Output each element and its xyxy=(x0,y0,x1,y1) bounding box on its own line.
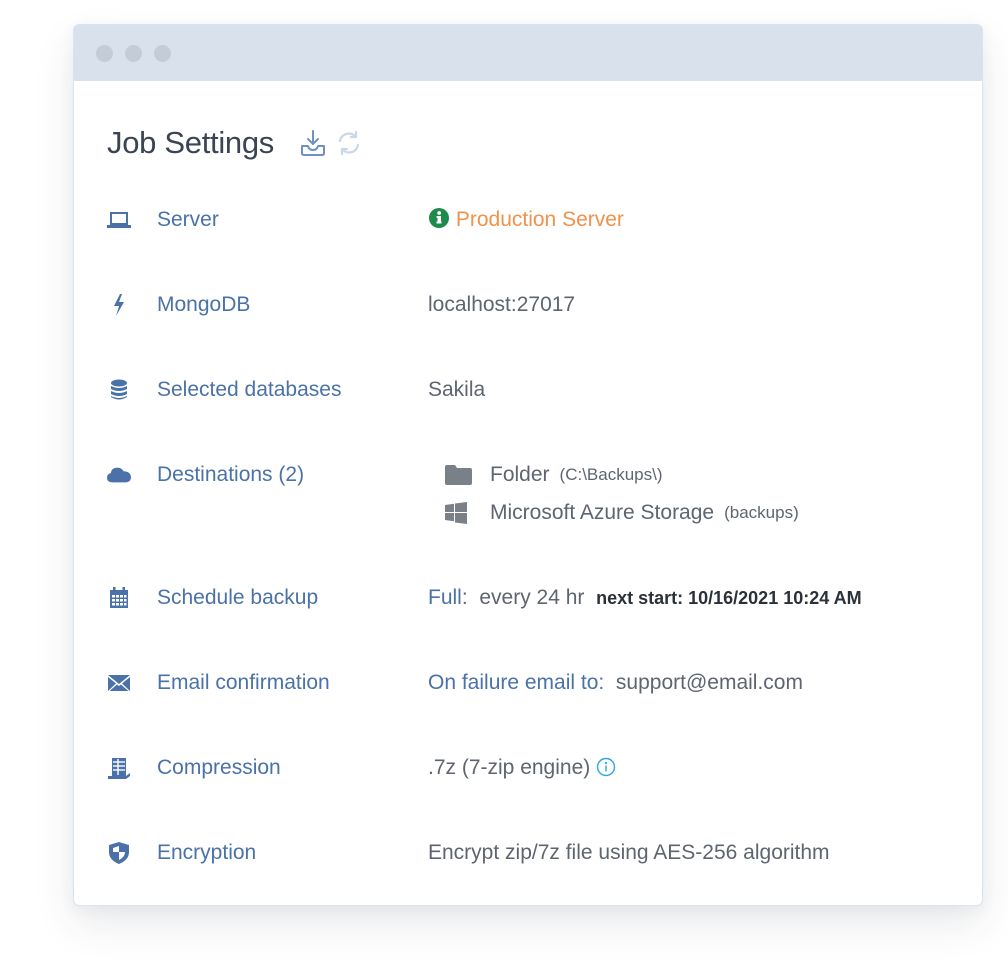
setting-label: Email confirmation xyxy=(157,671,330,694)
setting-row-encryption: Encryption Encrypt zip/7z file using AES… xyxy=(107,840,962,865)
refresh-icon[interactable] xyxy=(332,126,366,160)
email-address: support@email.com xyxy=(615,671,803,694)
folder-icon xyxy=(445,465,473,485)
destination-detail: (C:\Backups\) xyxy=(559,465,663,484)
destination-item[interactable]: Microsoft Azure Storage (backups) xyxy=(428,494,799,532)
setting-row-email: Email confirmation On failure email to: … xyxy=(107,670,962,695)
destination-name: Microsoft Azure Storage xyxy=(490,501,715,524)
backup-type-separator: : xyxy=(461,586,468,609)
setting-value-compression: .7z (7-zip engine) xyxy=(428,755,616,784)
setting-value-encryption: Encrypt zip/7z file using AES-256 algori… xyxy=(428,841,830,864)
page-title: Job Settings xyxy=(107,125,275,160)
setting-label: Server xyxy=(157,208,219,231)
compression-format: .7z (7-zip engine) xyxy=(428,756,591,779)
setting-row-mongodb: MongoDB localhost:27017 xyxy=(107,292,962,317)
window-minimize-dot[interactable] xyxy=(125,44,142,62)
job-settings-window: Job Settings Server Production Server Mo… xyxy=(73,24,983,906)
laptop-icon xyxy=(107,208,131,232)
download-icon[interactable] xyxy=(296,126,330,160)
cloud-icon xyxy=(107,463,131,487)
shield-icon xyxy=(107,841,131,865)
info-circle-icon xyxy=(428,207,450,236)
setting-value-server[interactable]: Production Server xyxy=(428,207,624,236)
setting-label: Compression xyxy=(157,756,281,779)
setting-value-schedule[interactable]: Full: every 24 hr next start: 10/16/2021… xyxy=(428,585,862,611)
window-close-dot[interactable] xyxy=(96,44,113,62)
destination-item[interactable]: Folder (C:\Backups\) xyxy=(428,456,799,494)
info-outline-icon[interactable] xyxy=(596,757,616,784)
backup-interval: every 24 hr xyxy=(479,586,585,609)
backup-type: Full xyxy=(428,586,462,609)
bolt-icon xyxy=(107,293,131,317)
destination-name: Folder xyxy=(490,463,550,486)
email-condition: On failure email to: xyxy=(428,671,605,694)
database-icon xyxy=(107,378,131,402)
setting-row-schedule: Schedule backup Full: every 24 hr next s… xyxy=(107,585,962,610)
setting-label: Encryption xyxy=(157,841,257,864)
setting-value-mongodb: localhost:27017 xyxy=(428,293,576,316)
destination-detail: (backups) xyxy=(724,503,799,522)
calendar-icon xyxy=(107,586,131,610)
next-start: next start: 10/16/2021 10:24 AM xyxy=(596,588,862,608)
window-maximize-dot[interactable] xyxy=(154,44,171,62)
setting-label: Destinations (2) xyxy=(157,463,305,486)
setting-label: Selected databases xyxy=(157,378,342,401)
destinations-list: Folder (C:\Backups\) Microsoft Azure Sto… xyxy=(428,456,799,532)
setting-row-server: Server Production Server xyxy=(107,207,962,232)
envelope-icon xyxy=(107,671,131,695)
setting-label: Schedule backup xyxy=(157,586,319,609)
setting-row-databases: Selected databases Sakila xyxy=(107,377,962,402)
windows-icon xyxy=(445,502,473,524)
page-header: Job Settings xyxy=(107,125,366,161)
archive-icon xyxy=(107,756,131,780)
server-name: Production Server xyxy=(455,208,624,231)
setting-label: MongoDB xyxy=(157,293,251,316)
setting-row-destinations: Destinations (2) Folder (C:\Backups\) Mi… xyxy=(107,462,962,524)
setting-value-email[interactable]: On failure email to: support@email.com xyxy=(428,670,803,696)
setting-row-compression: Compression .7z (7-zip engine) xyxy=(107,755,962,780)
window-content: Job Settings Server Production Server Mo… xyxy=(74,81,982,905)
window-titlebar xyxy=(74,25,982,81)
setting-value-databases: Sakila xyxy=(428,378,486,401)
